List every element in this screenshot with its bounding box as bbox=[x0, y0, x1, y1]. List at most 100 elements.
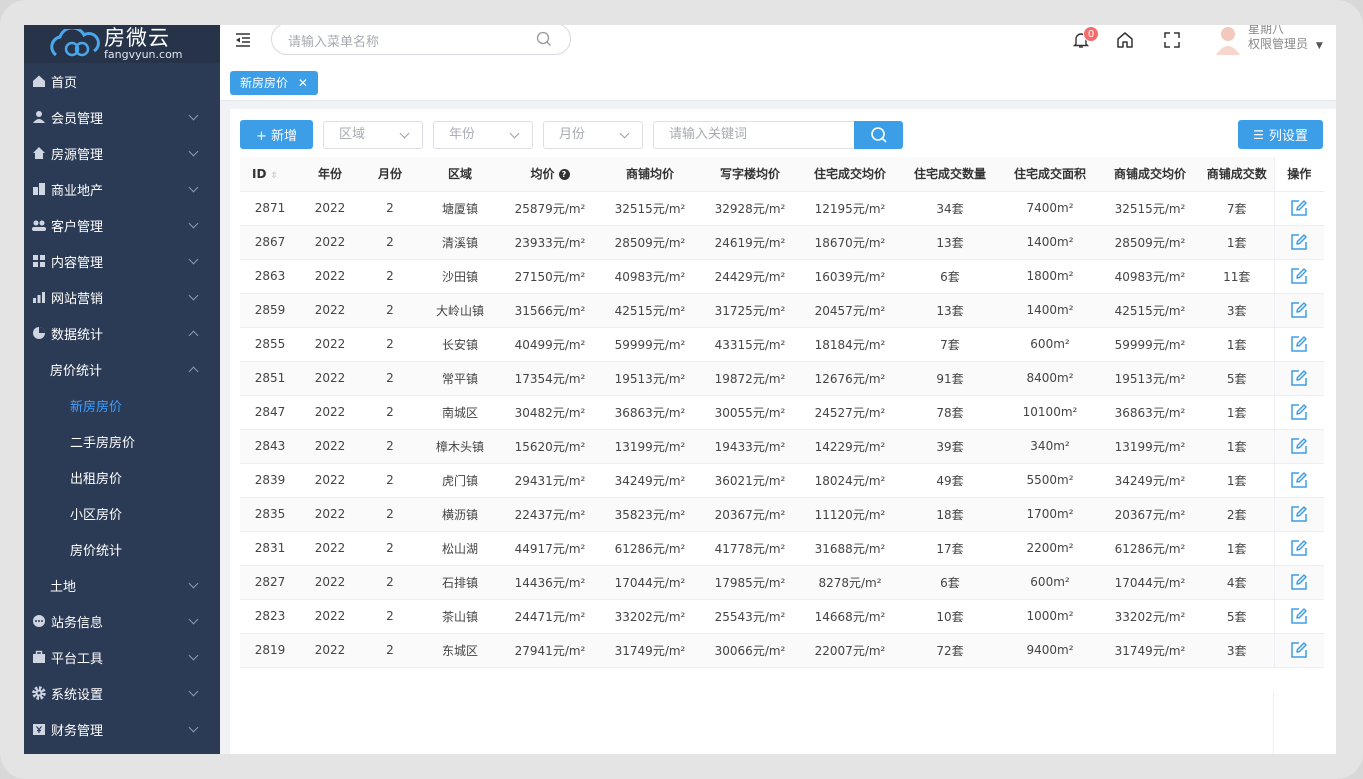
sidebar-item-label: 内容管理 bbox=[51, 255, 104, 271]
edit-button[interactable] bbox=[1273, 633, 1324, 668]
home-icon[interactable] bbox=[1115, 30, 1135, 50]
table-cell: 91套 bbox=[900, 361, 1000, 396]
year-select[interactable]: 年份 bbox=[433, 121, 533, 149]
sidebar-item-settings[interactable]: 系统设置 bbox=[24, 675, 220, 711]
table-cell: 1400m² bbox=[1000, 293, 1100, 328]
sidebar-item-statistics[interactable]: 数据统计 bbox=[24, 315, 220, 351]
table-cell: 17044元/m² bbox=[600, 565, 700, 600]
sidebar-item-finance[interactable]: 财务管理 bbox=[24, 711, 220, 747]
avatar[interactable] bbox=[1213, 25, 1243, 55]
table-row: 2835 2022 2 横沥镇 22437元/m² 35823元/m² 20367元/m² 1… bbox=[240, 497, 1324, 532]
edit-button[interactable] bbox=[1273, 191, 1324, 226]
sidebar-item-price-stats[interactable]: 房价统计 bbox=[24, 351, 220, 387]
table-cell: 8400m² bbox=[1000, 361, 1100, 396]
table-cell: 24619元/m² bbox=[700, 225, 800, 260]
chevron-down-icon bbox=[188, 722, 199, 733]
edit-icon bbox=[1291, 404, 1307, 420]
table-cell: 1套 bbox=[1200, 327, 1274, 362]
sidebar-item-content[interactable]: 内容管理 bbox=[24, 243, 220, 279]
sidebar-item-label: 房源管理 bbox=[51, 147, 104, 163]
notification-button[interactable]: 0 bbox=[1072, 26, 1099, 53]
region-select[interactable]: 区域 bbox=[323, 121, 423, 149]
edit-button[interactable] bbox=[1273, 327, 1324, 362]
table-cell: 2 bbox=[360, 327, 420, 362]
logo: 房微云 fangvyun.com bbox=[24, 25, 220, 63]
sidebar-item-label: 土地 bbox=[50, 579, 77, 595]
sidebar-item-label: 客户管理 bbox=[51, 219, 104, 235]
table-cell: 2871 bbox=[240, 191, 300, 226]
tag-new-house-price[interactable]: 新房房价 ✕ bbox=[230, 71, 318, 95]
sidebar-item-commercial[interactable]: 商业地产 bbox=[24, 171, 220, 207]
table-cell: 2 bbox=[360, 633, 420, 668]
edit-button[interactable] bbox=[1273, 225, 1324, 260]
sidebar-item-members[interactable]: 会员管理 bbox=[24, 99, 220, 135]
chevron-down-icon bbox=[188, 290, 199, 301]
edit-button[interactable] bbox=[1273, 259, 1324, 294]
keyword-input[interactable]: 请输入关键词 bbox=[653, 121, 855, 149]
edit-button[interactable] bbox=[1273, 429, 1324, 464]
sidebar-item-community-price[interactable]: 小区房价 bbox=[24, 495, 220, 531]
edit-button[interactable] bbox=[1273, 497, 1324, 532]
table-row: 2827 2022 2 石排镇 14436元/m² 17044元/m² 17985元/m² 8… bbox=[240, 565, 1324, 600]
menu-fold-icon[interactable] bbox=[234, 31, 252, 49]
column-header-actions: 操作 bbox=[1273, 157, 1324, 192]
sidebar-item-new-house-price[interactable]: 新房房价 bbox=[24, 387, 220, 423]
table-cell: 43315元/m² bbox=[700, 327, 800, 362]
sidebar-item-price-summary[interactable]: 房价统计 bbox=[24, 531, 220, 567]
table-cell: 2831 bbox=[240, 531, 300, 566]
column-settings-button[interactable]: ☰ 列设置 bbox=[1238, 120, 1323, 149]
table-cell: 20367元/m² bbox=[700, 497, 800, 532]
sidebar-item-listings[interactable]: 房源管理 bbox=[24, 135, 220, 171]
edit-icon bbox=[1291, 574, 1307, 590]
column-header: 写字楼均价 bbox=[700, 157, 800, 192]
edit-icon bbox=[1291, 234, 1307, 250]
edit-button[interactable] bbox=[1273, 565, 1324, 600]
table-row: 2855 2022 2 长安镇 40499元/m² 59999元/m² 43315元/m² 1… bbox=[240, 327, 1324, 362]
sidebar-item-home[interactable]: 首页 bbox=[24, 63, 220, 99]
table-cell: 虎门镇 bbox=[420, 463, 500, 498]
user-role-dropdown[interactable]: 权限管理员 ▼ bbox=[1248, 37, 1323, 54]
table-cell: 32515元/m² bbox=[600, 191, 700, 226]
sidebar-item-site-info[interactable]: 站务信息 bbox=[24, 603, 220, 639]
table-cell: 2855 bbox=[240, 327, 300, 362]
table-cell: 12676元/m² bbox=[800, 361, 900, 396]
edit-button[interactable] bbox=[1273, 293, 1324, 328]
table-cell: 8278元/m² bbox=[800, 565, 900, 600]
menu-search-input[interactable]: 请输入菜单名称 bbox=[271, 25, 571, 55]
chevron-down-icon bbox=[188, 146, 199, 157]
sidebar-item-land[interactable]: 土地 bbox=[24, 567, 220, 603]
table-cell: 40983元/m² bbox=[600, 259, 700, 294]
table-row: 2839 2022 2 虎门镇 29431元/m² 34249元/m² 36021元/m² 1… bbox=[240, 463, 1324, 498]
sidebar-item-customers[interactable]: 客户管理 bbox=[24, 207, 220, 243]
search-icon[interactable] bbox=[536, 31, 552, 47]
edit-icon bbox=[1291, 438, 1307, 454]
sidebar-item-rent-price[interactable]: 出租房价 bbox=[24, 459, 220, 495]
help-icon[interactable]: ? bbox=[558, 169, 570, 181]
edit-icon bbox=[1291, 200, 1307, 216]
sidebar-item-second-hand-price[interactable]: 二手房房价 bbox=[24, 423, 220, 459]
edit-button[interactable] bbox=[1273, 463, 1324, 498]
sidebar-item-marketing[interactable]: 网站营销 bbox=[24, 279, 220, 315]
table-cell: 40983元/m² bbox=[1100, 259, 1200, 294]
table-cell: 2022 bbox=[300, 565, 360, 600]
edit-button[interactable] bbox=[1273, 599, 1324, 634]
table-cell: 17985元/m² bbox=[700, 565, 800, 600]
edit-button[interactable] bbox=[1273, 395, 1324, 430]
grid-icon bbox=[33, 255, 45, 267]
add-button[interactable]: + 新增 bbox=[240, 120, 313, 149]
month-select[interactable]: 月份 bbox=[543, 121, 643, 149]
sort-icon[interactable]: ⇳ bbox=[270, 171, 278, 181]
table-cell: 2 bbox=[360, 293, 420, 328]
sidebar-item-tools[interactable]: 平台工具 bbox=[24, 639, 220, 675]
search-button[interactable] bbox=[854, 121, 903, 149]
close-icon[interactable]: ✕ bbox=[298, 76, 308, 90]
column-header: 月份 bbox=[360, 157, 420, 192]
edit-button[interactable] bbox=[1273, 361, 1324, 396]
edit-button[interactable] bbox=[1273, 531, 1324, 566]
table-cell: 30482元/m² bbox=[500, 395, 600, 430]
table-cell: 31688元/m² bbox=[800, 531, 900, 566]
fullscreen-icon[interactable] bbox=[1162, 30, 1182, 50]
user-day: 星期八 bbox=[1248, 25, 1285, 36]
chevron-down-icon bbox=[188, 182, 199, 193]
column-header-id[interactable]: ID ⇳ bbox=[240, 157, 300, 192]
